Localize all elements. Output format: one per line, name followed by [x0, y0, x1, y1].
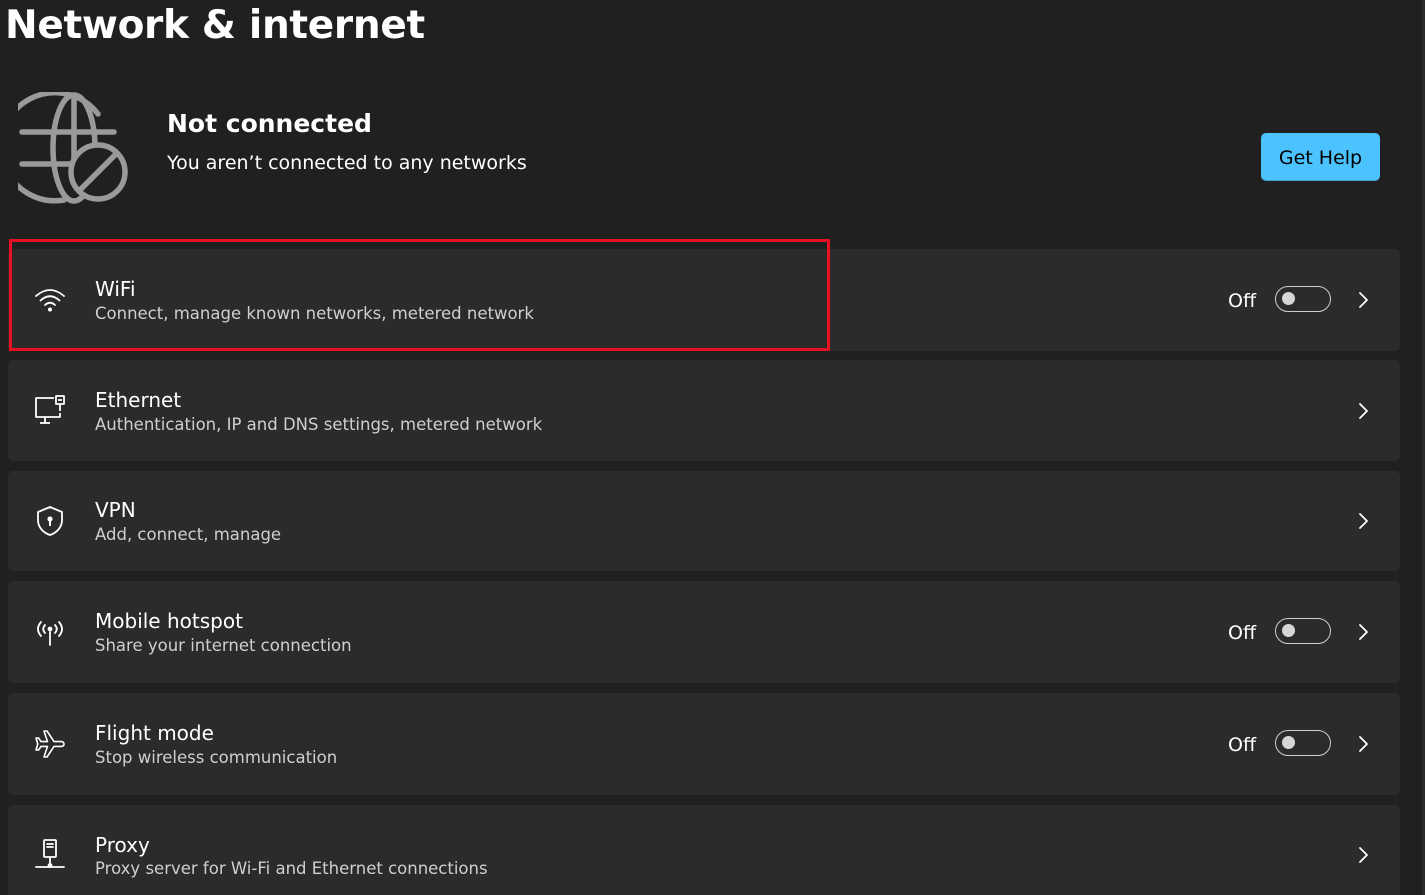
mobile-hotspot-toggle[interactable]: [1275, 618, 1331, 644]
toggle-state-label: Off: [1228, 734, 1257, 756]
chevron-right-icon: [1356, 622, 1370, 642]
setting-subtitle: Authentication, IP and DNS settings, met…: [95, 415, 543, 434]
airplane-icon: [33, 727, 67, 761]
setting-row-mobile-hotspot[interactable]: Mobile hotspot Share your internet conne…: [8, 581, 1400, 683]
get-help-button[interactable]: Get Help: [1261, 133, 1380, 181]
setting-title: Flight mode: [95, 721, 214, 745]
setting-row-vpn[interactable]: VPN Add, connect, manage: [8, 471, 1400, 571]
page-title: Network & internet: [5, 3, 425, 48]
setting-row-proxy[interactable]: Proxy Proxy server for Wi-Fi and Etherne…: [8, 805, 1400, 895]
connection-status-subtitle: You aren’t connected to any networks: [167, 152, 527, 174]
setting-subtitle: Connect, manage known networks, metered …: [95, 304, 534, 323]
chevron-right-icon: [1356, 511, 1370, 531]
chevron-right-icon: [1356, 845, 1370, 865]
setting-row-flight-mode[interactable]: Flight mode Stop wireless communication …: [8, 693, 1400, 795]
setting-title: Mobile hotspot: [95, 609, 243, 633]
toggle-state-label: Off: [1228, 290, 1257, 312]
setting-subtitle: Add, connect, manage: [95, 525, 282, 544]
hotspot-icon: [33, 615, 67, 649]
toggle-knob: [1282, 624, 1295, 637]
connection-status-title: Not connected: [167, 109, 372, 138]
wifi-toggle[interactable]: [1275, 286, 1331, 312]
toggle-knob: [1282, 736, 1295, 749]
chevron-right-icon: [1356, 734, 1370, 754]
setting-title: VPN: [95, 498, 136, 522]
proxy-icon: [33, 838, 67, 872]
toggle-state-label: Off: [1228, 622, 1257, 644]
setting-title: Proxy: [95, 833, 150, 857]
setting-title: Ethernet: [95, 388, 182, 412]
shield-icon: [33, 504, 67, 538]
setting-title: WiFi: [95, 277, 136, 301]
ethernet-icon: [33, 393, 67, 427]
setting-row-wifi[interactable]: WiFi Connect, manage known networks, met…: [8, 249, 1400, 351]
setting-row-ethernet[interactable]: Ethernet Authentication, IP and DNS sett…: [8, 360, 1400, 461]
chevron-right-icon: [1356, 401, 1370, 421]
setting-subtitle: Proxy server for Wi-Fi and Ethernet conn…: [95, 859, 488, 878]
toggle-knob: [1282, 292, 1295, 305]
setting-subtitle: Share your internet connection: [95, 636, 352, 655]
setting-subtitle: Stop wireless communication: [95, 748, 338, 767]
flight-mode-toggle[interactable]: [1275, 730, 1331, 756]
settings-page: Network & internet Not connected You are…: [0, 0, 1425, 895]
chevron-right-icon: [1356, 290, 1370, 310]
wifi-icon: [33, 283, 67, 317]
globe-blocked-icon: [0, 90, 130, 204]
